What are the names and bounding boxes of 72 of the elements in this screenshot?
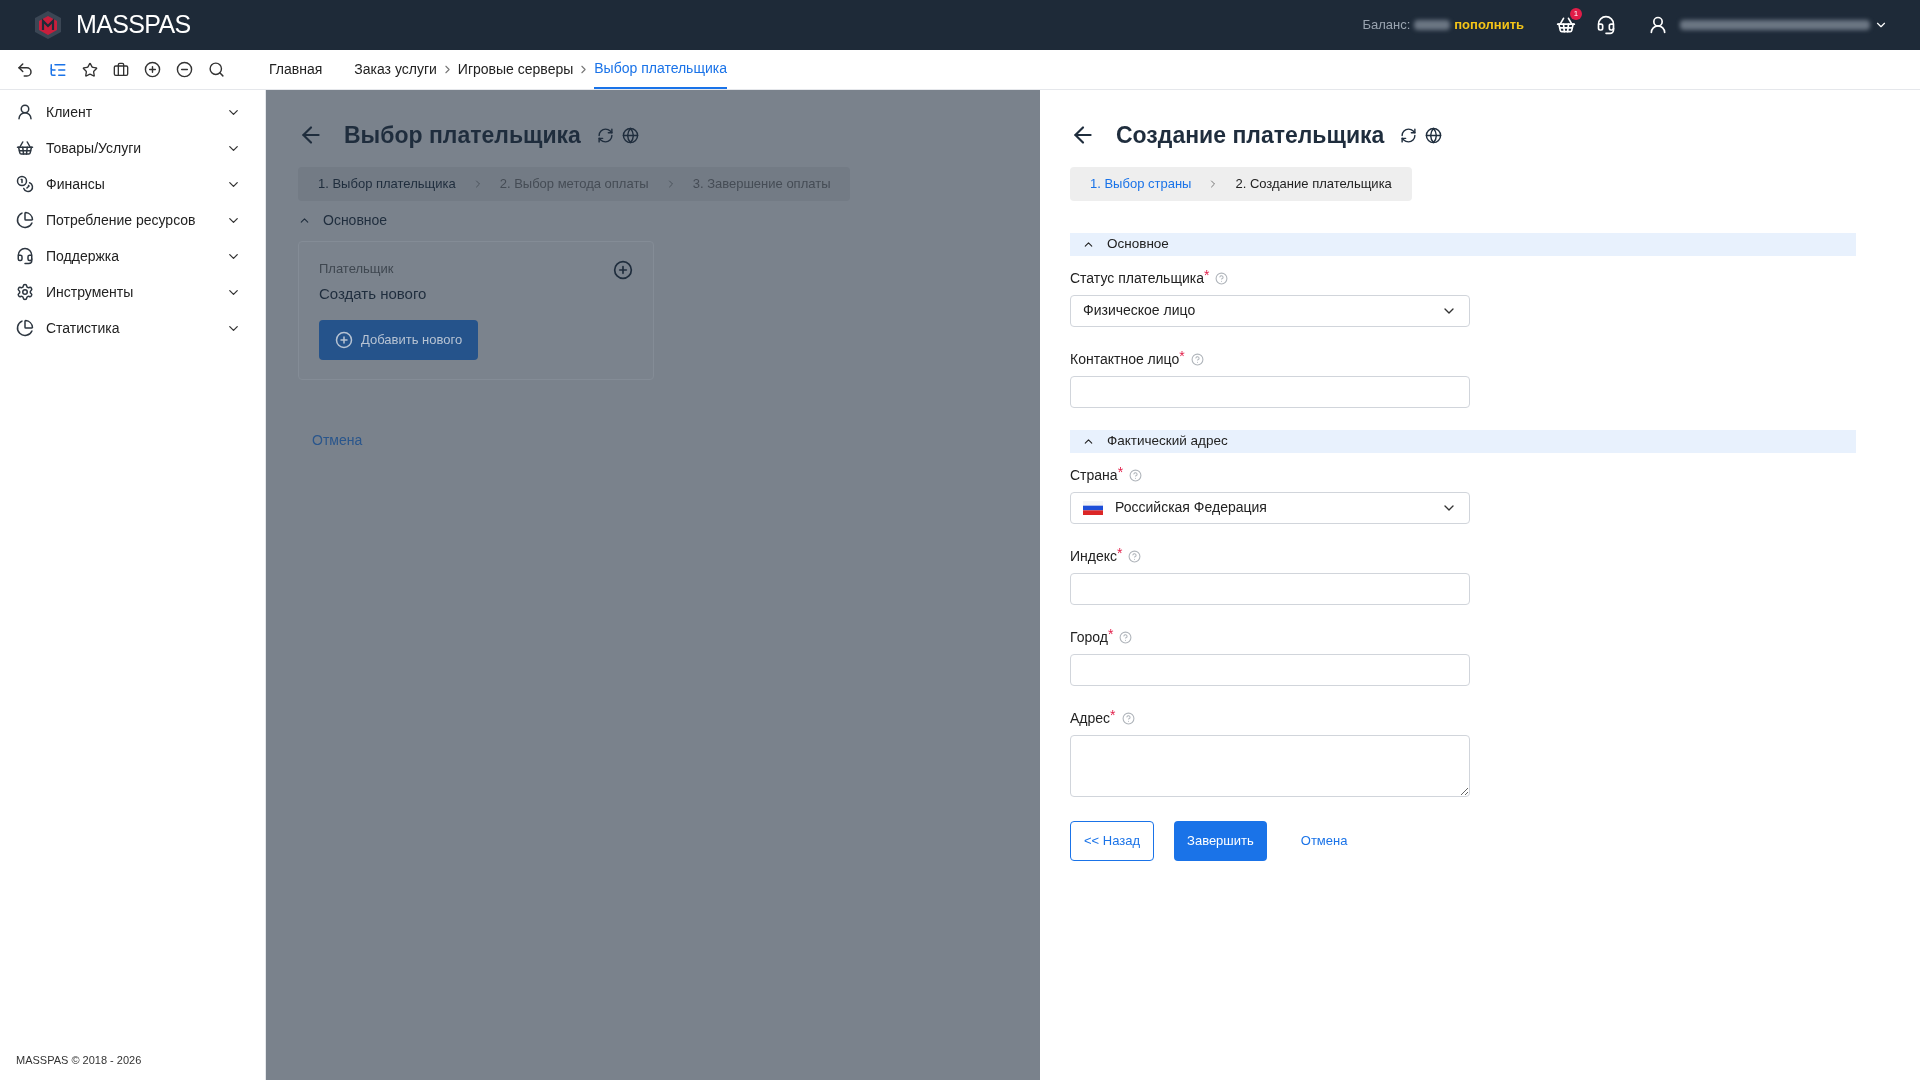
sidebar-item[interactable]: Товары/Услуги <box>0 130 265 166</box>
input-field[interactable] <box>1070 572 1470 605</box>
basket-icon[interactable] <box>1556 15 1576 35</box>
select-value: Физическое лицо <box>1083 301 1197 320</box>
field-label: Контактное лицо <box>1070 349 1180 369</box>
select-field[interactable]: Физическое лицо <box>1070 294 1470 327</box>
coins-icon <box>16 175 34 193</box>
basket-icon <box>16 139 34 157</box>
back-icon[interactable] <box>16 60 34 79</box>
sidebar-item[interactable]: Поддержка <box>0 238 265 274</box>
logo-text: MASSPAS <box>76 9 191 41</box>
input-field[interactable] <box>1070 653 1470 686</box>
required-mark: * <box>1117 545 1123 560</box>
zoom-out-icon[interactable] <box>176 61 193 78</box>
card-value: Создать нового <box>319 284 428 304</box>
globe-icon[interactable] <box>1425 126 1443 144</box>
section-header[interactable]: Фактический адрес <box>1070 429 1856 453</box>
flag-icon <box>1083 500 1103 515</box>
sidebar-item[interactable]: Финансы <box>0 166 265 202</box>
page-title: Выбор плательщика <box>344 121 581 150</box>
zoom-in-icon[interactable] <box>144 61 161 78</box>
textarea-field[interactable] <box>1070 734 1470 797</box>
sidebar-item[interactable]: Потребление ресурсов <box>0 202 265 238</box>
headset-icon <box>16 247 34 265</box>
logo-icon <box>32 9 64 41</box>
input-field[interactable] <box>1070 375 1470 408</box>
top-up-link[interactable]: пополнить <box>1454 15 1524 35</box>
copyright-text: MASSPAS © 2018 - 2026 <box>15 1052 143 1068</box>
balance-label: Баланс: <box>1362 16 1411 35</box>
breadcrumb-link[interactable]: Заказ услуги <box>354 50 437 89</box>
headset-icon[interactable] <box>1596 15 1616 35</box>
sidebar-item[interactable]: Статистика <box>0 310 265 346</box>
finish-button[interactable]: Завершить <box>1174 820 1267 861</box>
step-label[interactable]: 2. Создание плательщика <box>1235 173 1392 194</box>
plus-icon <box>335 330 353 349</box>
card-label: Плательщик <box>319 259 394 278</box>
back-button[interactable]: << Назад <box>1070 820 1155 861</box>
refresh-icon[interactable] <box>1400 126 1418 144</box>
pie-chart-icon <box>16 319 34 337</box>
step-label: 1. Выбор плательщика <box>318 174 456 193</box>
pie-chart-icon <box>16 211 34 229</box>
cancel-link[interactable]: Отмена <box>1300 830 1348 851</box>
sidebar-item[interactable]: Инструменты <box>0 274 265 310</box>
field-label: Страна <box>1070 465 1118 485</box>
cart-badge: 1 <box>1570 8 1582 20</box>
user-icon <box>16 103 34 121</box>
briefcase-icon[interactable] <box>113 61 129 78</box>
step-label[interactable]: 1. Выбор страны <box>1090 173 1192 194</box>
search-icon[interactable] <box>208 61 225 78</box>
required-mark: * <box>1179 348 1185 363</box>
section-header[interactable]: Основное <box>298 210 1008 231</box>
required-mark: * <box>1117 464 1124 479</box>
page-title: Создание плательщика <box>1116 121 1385 150</box>
field-label: Индекс <box>1070 546 1118 566</box>
field-label: Адрес <box>1070 708 1111 728</box>
select-field[interactable]: Российская Федерация <box>1070 491 1470 524</box>
select-value: Российская Федерация <box>1115 498 1268 517</box>
star-icon[interactable] <box>82 61 98 78</box>
blurred-balance <box>1414 20 1451 30</box>
settings-icon <box>16 283 34 301</box>
field-label: Статус плательщика <box>1070 268 1204 288</box>
required-mark: * <box>1204 267 1210 282</box>
section-header[interactable]: Основное <box>1070 232 1856 256</box>
user-icon[interactable] <box>1648 15 1668 35</box>
sidebar-item[interactable]: Клиент <box>0 94 265 130</box>
breadcrumb-link[interactable]: Игровые серверы <box>457 50 574 89</box>
add-icon[interactable] <box>613 259 633 280</box>
required-mark: * <box>1107 626 1114 641</box>
add-new-button[interactable]: Добавить нового <box>319 319 479 360</box>
required-mark: * <box>1110 707 1116 722</box>
field-label: Город <box>1070 627 1108 647</box>
breadcrumb-link[interactable]: Главная <box>269 50 323 89</box>
